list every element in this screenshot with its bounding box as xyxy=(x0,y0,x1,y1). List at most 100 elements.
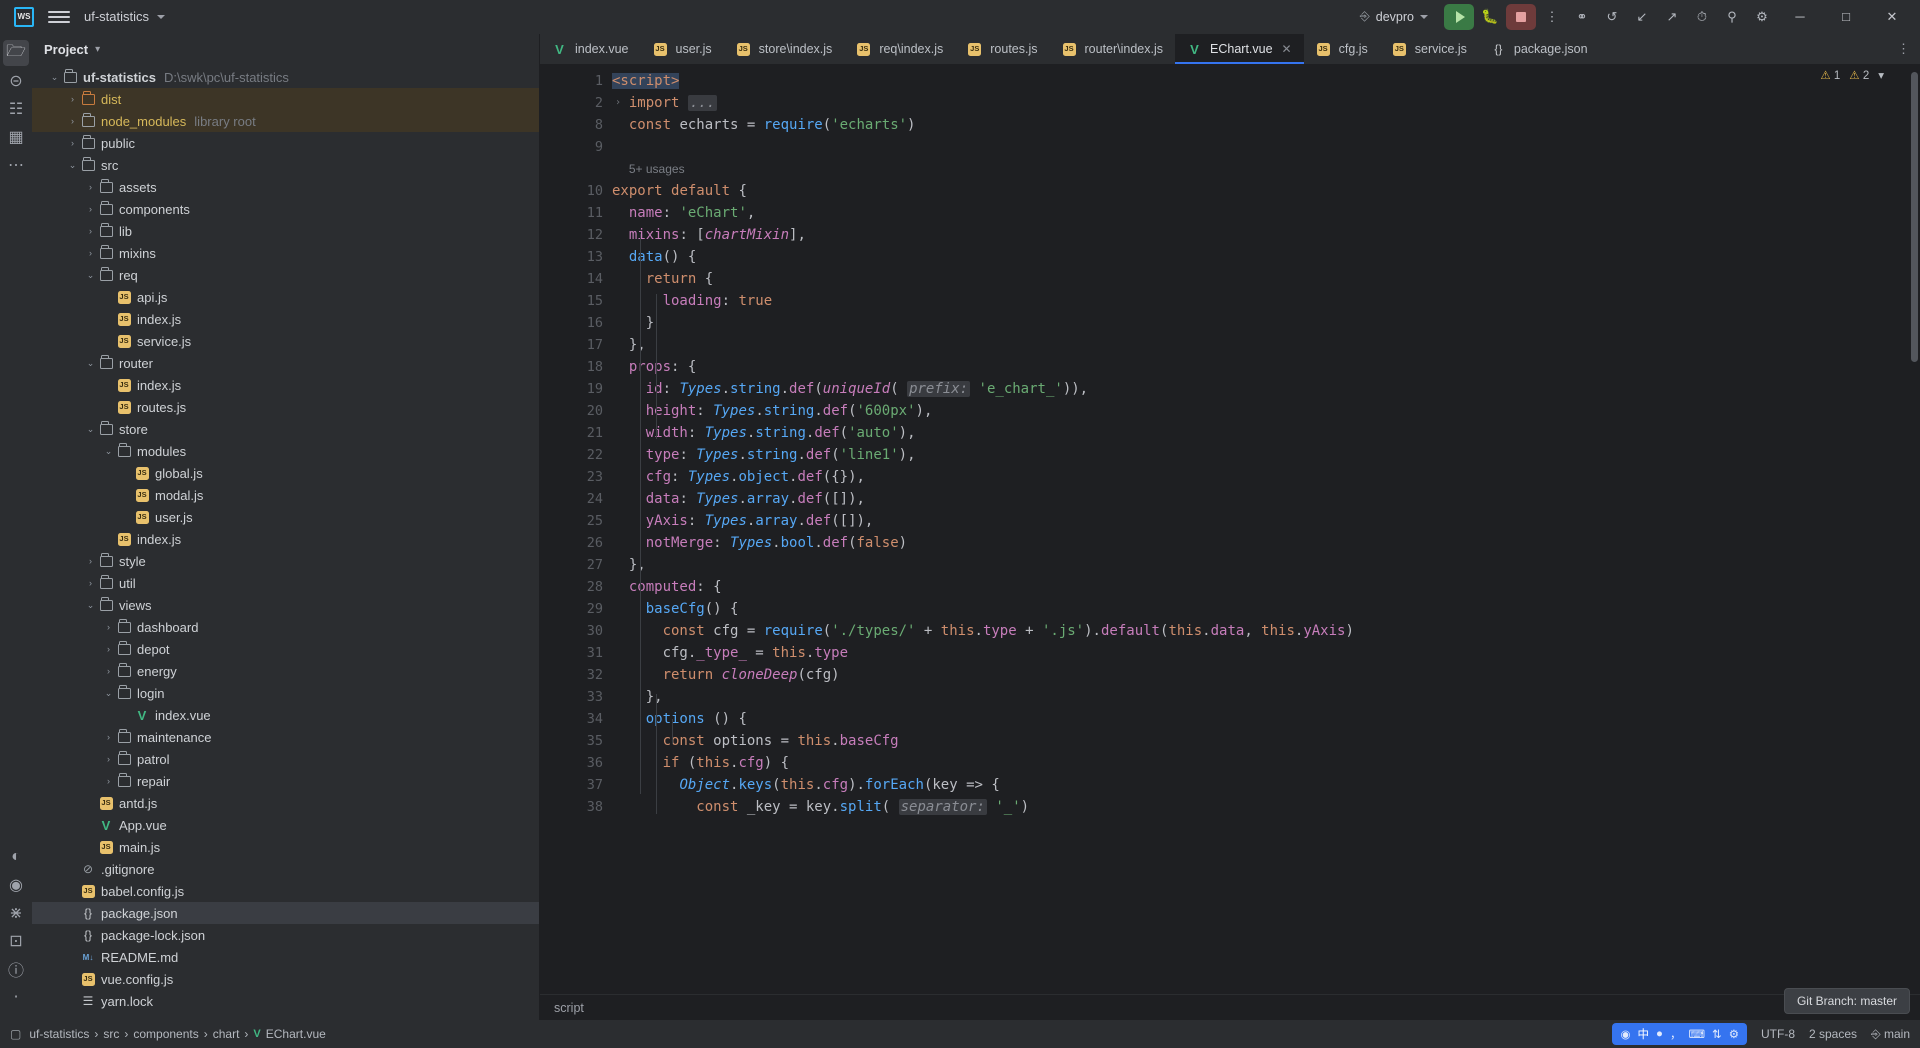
tree-node-maintenance[interactable]: › maintenance xyxy=(32,726,539,748)
status-breadcrumb[interactable]: uf-statistics › src › components › chart › V ECha… xyxy=(29,1027,325,1041)
tree-node-repair[interactable]: › repair xyxy=(32,770,539,792)
tree-node-components[interactable]: › components xyxy=(32,198,539,220)
run-button[interactable] xyxy=(1444,3,1474,30)
chevron-down-icon[interactable]: ▾ xyxy=(1878,68,1884,82)
code-with-me-icon[interactable]: ⚭ xyxy=(1568,4,1596,30)
tree-node-dashboard[interactable]: › dashboard xyxy=(32,616,539,638)
tree-node-assets[interactable]: › assets xyxy=(32,176,539,198)
tree-node-user-js[interactable]: JS user.js xyxy=(32,506,539,528)
tree-expand-arrow[interactable]: › xyxy=(84,578,97,588)
tree-node--gitignore[interactable]: ⊘ .gitignore xyxy=(32,858,539,880)
tree-node-req[interactable]: ⌄ req xyxy=(32,264,539,286)
tree-node-depot[interactable]: › depot xyxy=(32,638,539,660)
inspection-widget[interactable]: ⚠ 1 ⚠ 2 ▾ xyxy=(1820,68,1884,82)
editor-tab-echart-vue[interactable]: V EChart.vue ✕ xyxy=(1175,34,1304,64)
settings-gear-icon[interactable]: ⚙ xyxy=(1748,4,1776,30)
tree-node-style[interactable]: › style xyxy=(32,550,539,572)
tree-node-router[interactable]: ⌄ router xyxy=(32,352,539,374)
git-branch-widget[interactable]: ⎆ main xyxy=(1871,1027,1910,1042)
editor-tab-router-index-js[interactable]: JS router\index.js xyxy=(1050,34,1176,64)
status-crumb-chart[interactable]: chart xyxy=(213,1027,240,1041)
editor-tab-req-index-js[interactable]: JS req\index.js xyxy=(844,34,955,64)
tool-notifications-icon[interactable]: ⓘ xyxy=(3,956,29,982)
undo-icon[interactable]: ↺ xyxy=(1598,4,1626,30)
tree-expand-arrow[interactable]: › xyxy=(84,226,97,236)
tree-expand-arrow[interactable]: ⌄ xyxy=(84,600,97,611)
tree-node-routes-js[interactable]: JS routes.js xyxy=(32,396,539,418)
editor-tab-user-js[interactable]: JS user.js xyxy=(641,34,724,64)
navigate-forward-icon[interactable]: ↗ xyxy=(1658,4,1686,30)
project-selector[interactable]: uf-statistics xyxy=(84,9,166,24)
more-actions-button[interactable]: ⋮ xyxy=(1538,4,1566,30)
tree-expand-arrow[interactable]: › xyxy=(102,666,115,676)
tool-git-icon[interactable]: ⋅ xyxy=(3,984,29,1010)
tool-services-icon[interactable]: ◉ xyxy=(3,872,29,898)
input-method-widget[interactable]: ◉ 中 ● ， ⌨ ⇅ ⚙ xyxy=(1612,1023,1747,1045)
tool-terminal-icon[interactable]: ⊡ xyxy=(3,928,29,954)
tree-node-src[interactable]: ⌄ src xyxy=(32,154,539,176)
status-crumb-echart-vue[interactable]: V EChart.vue xyxy=(253,1027,325,1041)
tree-expand-arrow[interactable]: › xyxy=(66,116,79,126)
editor-tab-routes-js[interactable]: JS routes.js xyxy=(955,34,1049,64)
tree-expand-arrow[interactable]: ⌄ xyxy=(84,358,97,369)
tree-expand-arrow[interactable]: › xyxy=(66,138,79,148)
status-crumb-src[interactable]: src xyxy=(103,1027,119,1041)
tree-node-patrol[interactable]: › patrol xyxy=(32,748,539,770)
tree-node-modal-js[interactable]: JS modal.js xyxy=(32,484,539,506)
tree-node-index-js[interactable]: JS index.js xyxy=(32,374,539,396)
status-nav-icon[interactable]: ▢ xyxy=(10,1027,21,1041)
tree-expand-arrow[interactable]: ⌄ xyxy=(102,688,115,699)
editor-tab-bar[interactable]: Vindex.vue JS user.js JS store\index.js JS req… xyxy=(540,34,1920,64)
tree-expand-arrow[interactable]: › xyxy=(84,204,97,214)
tree-node-package-lock-json[interactable]: {} package-lock.json xyxy=(32,924,539,946)
tree-expand-arrow[interactable]: › xyxy=(102,732,115,742)
tree-node-main-js[interactable]: JS main.js xyxy=(32,836,539,858)
close-button[interactable]: ✕ xyxy=(1870,0,1914,34)
tree-node-lib[interactable]: › lib xyxy=(32,220,539,242)
tree-node-readme-md[interactable]: M↓ README.md xyxy=(32,946,539,968)
editor-tab-package-json[interactable]: {} package.json xyxy=(1479,34,1600,64)
tree-expand-arrow[interactable]: ⌄ xyxy=(48,72,61,83)
tree-expand-arrow[interactable]: › xyxy=(102,622,115,632)
tree-node-index-js[interactable]: JS index.js xyxy=(32,528,539,550)
project-panel-header[interactable]: Project ▾ xyxy=(32,34,539,64)
recent-files-icon[interactable]: ⏱ xyxy=(1688,4,1716,30)
tree-expand-arrow[interactable]: ⌄ xyxy=(102,446,115,457)
tree-node-vue-config-js[interactable]: JS vue.config.js xyxy=(32,968,539,990)
tree-node-antd-js[interactable]: JS antd.js xyxy=(32,792,539,814)
tree-expand-arrow[interactable]: › xyxy=(84,248,97,258)
tree-expand-arrow[interactable]: › xyxy=(102,754,115,764)
tree-node-mixins[interactable]: › mixins xyxy=(32,242,539,264)
tree-node-global-js[interactable]: JS global.js xyxy=(32,462,539,484)
tree-node-yarn-lock[interactable]: ☰ yarn.lock xyxy=(32,990,539,1012)
tree-node-views[interactable]: ⌄ views xyxy=(32,594,539,616)
editor-tab-index-vue[interactable]: Vindex.vue xyxy=(540,34,641,64)
tree-node-energy[interactable]: › energy xyxy=(32,660,539,682)
status-crumb-uf-statistics[interactable]: uf-statistics xyxy=(29,1027,89,1041)
tree-node-public[interactable]: › public xyxy=(32,132,539,154)
tree-node-util[interactable]: › util xyxy=(32,572,539,594)
tool-commit-icon[interactable]: ⊝ xyxy=(3,68,29,94)
navigate-back-icon[interactable]: ↙ xyxy=(1628,4,1656,30)
tree-node-api-js[interactable]: JS api.js xyxy=(32,286,539,308)
tree-node-babel-config-js[interactable]: JS babel.config.js xyxy=(32,880,539,902)
tree-expand-arrow[interactable]: ⌄ xyxy=(84,424,97,435)
tab-more-icon[interactable]: ⋮ xyxy=(1897,41,1910,57)
tree-node-login[interactable]: ⌄ login xyxy=(32,682,539,704)
status-crumb-components[interactable]: components xyxy=(133,1027,198,1041)
tree-node-modules[interactable]: ⌄ modules xyxy=(32,440,539,462)
project-file-tree[interactable]: ⌄ uf-statistics D:\swk\pc\uf-statistics › di… xyxy=(32,64,539,1020)
tool-project-icon[interactable]: 🗁 xyxy=(3,40,29,66)
code-editor[interactable]: 1 2 › 8 9 10 11 12 13 14 15 16 17 18 19 20 21 22 23 24 25 26 2… xyxy=(540,64,1920,994)
tree-node-service-js[interactable]: JS service.js xyxy=(32,330,539,352)
tree-expand-arrow[interactable]: › xyxy=(84,182,97,192)
maximize-button[interactable]: □ xyxy=(1824,0,1868,34)
run-configuration-selector[interactable]: ⎆ devpro xyxy=(1352,6,1436,27)
tree-expand-arrow[interactable]: ⌄ xyxy=(84,270,97,281)
tree-expand-arrow[interactable]: › xyxy=(66,94,79,104)
editor-tab-cfg-js[interactable]: JS cfg.js xyxy=(1304,34,1380,64)
tree-node-node_modules[interactable]: › node_modules library root xyxy=(32,110,539,132)
tool-more-icon[interactable]: ⋯ xyxy=(3,152,29,178)
tool-version-control-icon[interactable]: ⋇ xyxy=(3,900,29,926)
code-content[interactable]: <script> import ... const echarts = requ… xyxy=(612,64,1920,994)
